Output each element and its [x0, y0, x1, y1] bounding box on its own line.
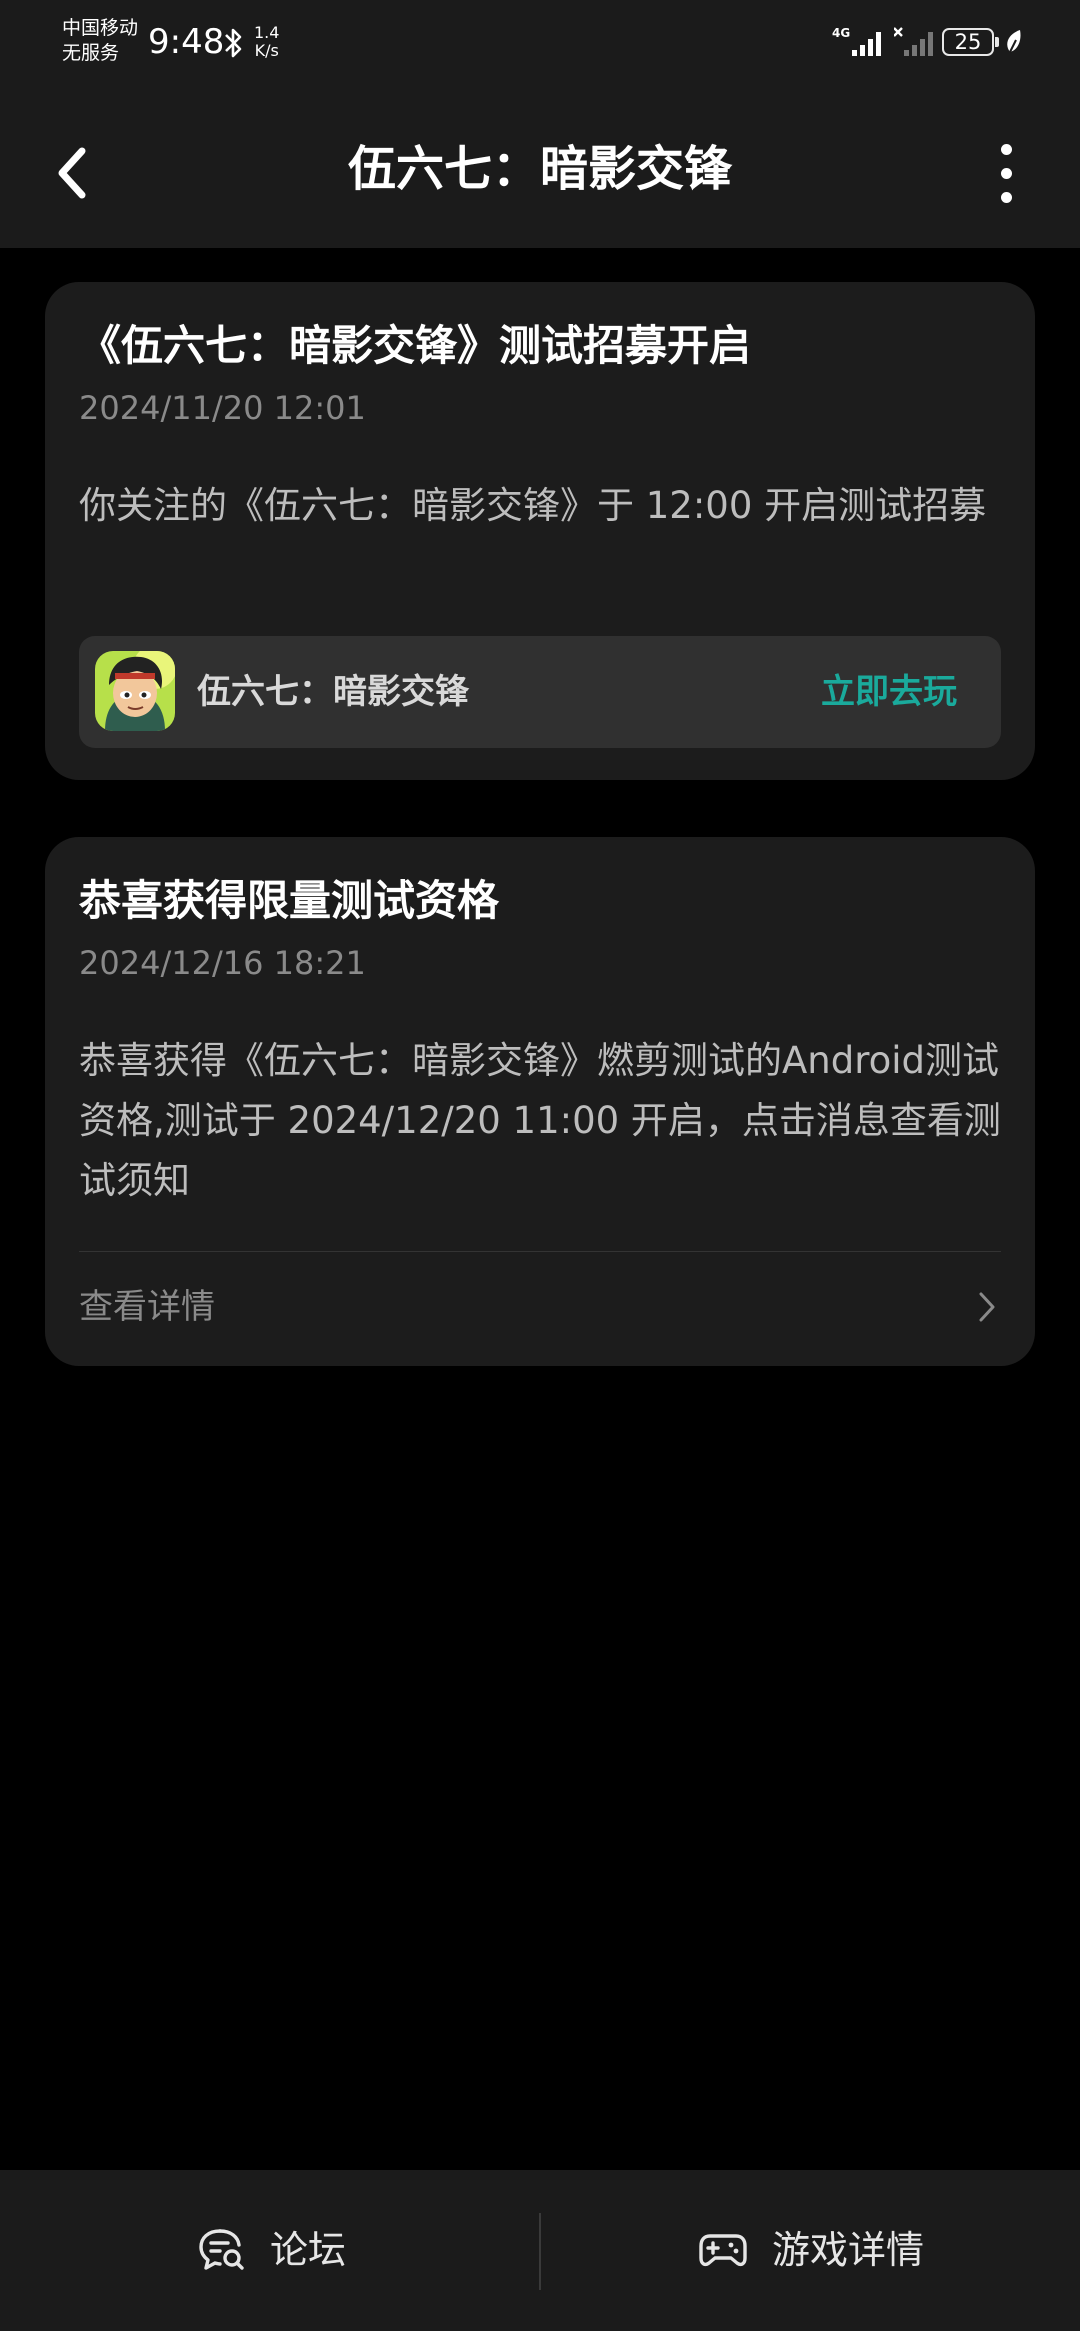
- page-title: 伍六七：暗影交锋: [347, 141, 732, 197]
- more-dot: [1000, 168, 1012, 179]
- battery-level: 25: [954, 30, 982, 54]
- game-name: 伍六七：暗影交锋: [197, 672, 469, 712]
- message-time: 2024/12/16 18:21: [79, 944, 366, 982]
- more-dot: [1000, 144, 1012, 155]
- network-speed-value: 1.4: [254, 23, 280, 42]
- message-time: 2024/11/20 12:01: [79, 389, 366, 427]
- more-options-icon[interactable]: [990, 144, 1022, 203]
- forum-button-content: 论坛: [198, 2222, 346, 2278]
- game-avatar-icon: [95, 651, 175, 731]
- game-details-button[interactable]: 游戏详情: [540, 2170, 1080, 2331]
- status-bar: 中国移动 无服务 9:48 1.4 K/s 4G 25: [0, 0, 1080, 96]
- battery-tip: [995, 37, 999, 47]
- forum-button[interactable]: 论坛: [0, 2170, 540, 2331]
- bottom-action-bar: 论坛 游戏详情: [0, 2170, 1080, 2331]
- chevron-right-icon: [979, 1292, 995, 1322]
- message-card-recruitment[interactable]: 《伍六七：暗影交锋》测试招募开启 2024/11/20 12:01 你关注的《伍…: [45, 282, 1035, 780]
- network-type-label: 4G: [832, 26, 850, 40]
- carrier-name: 中国移动: [62, 17, 139, 39]
- carrier-status: 无服务: [62, 42, 120, 64]
- forum-icon: [199, 2229, 244, 2270]
- status-time: 9:48: [148, 22, 225, 62]
- signal-4g-icon: 4G: [832, 26, 881, 56]
- network-speed: 1.4 K/s: [254, 24, 279, 60]
- bluetooth-icon: [225, 28, 242, 58]
- message-body: 你关注的《伍六七：暗影交锋》于 12:00 开启测试招募: [79, 484, 987, 527]
- card-divider: [79, 1251, 1001, 1252]
- game-details-label: 游戏详情: [772, 2228, 925, 2272]
- power-saving-leaf-icon: [1007, 30, 1021, 53]
- battery-icon: 25: [942, 28, 994, 56]
- more-dot: [1000, 192, 1012, 203]
- game-details-button-content: 游戏详情: [698, 2222, 924, 2278]
- message-title: 《伍六七：暗影交锋》测试招募开启: [79, 321, 752, 370]
- forum-label: 论坛: [270, 2228, 347, 2272]
- message-title: 恭喜获得限量测试资格: [79, 876, 500, 925]
- view-details-row[interactable]: 查看详情: [79, 1269, 1001, 1349]
- top-nav-bar: 伍六七：暗影交锋: [0, 96, 1080, 248]
- network-speed-unit: K/s: [254, 41, 279, 60]
- signal-no-service-icon: [894, 27, 933, 56]
- message-card-qualification[interactable]: 恭喜获得限量测试资格 2024/12/16 18:21 恭喜获得《伍六七：暗影交…: [45, 837, 1035, 1366]
- view-details-label: 查看详情: [79, 1287, 215, 1327]
- gamepad-icon: [699, 2234, 747, 2267]
- message-body: 恭喜获得《伍六七：暗影交锋》燃剪测试的Android测试资格,测试于 2024/…: [79, 1039, 1001, 1202]
- play-now-button[interactable]: 立即去玩: [821, 664, 957, 720]
- game-entry[interactable]: 伍六七：暗影交锋 立即去玩: [79, 636, 1001, 748]
- carrier-info: 中国移动 无服务: [62, 16, 138, 66]
